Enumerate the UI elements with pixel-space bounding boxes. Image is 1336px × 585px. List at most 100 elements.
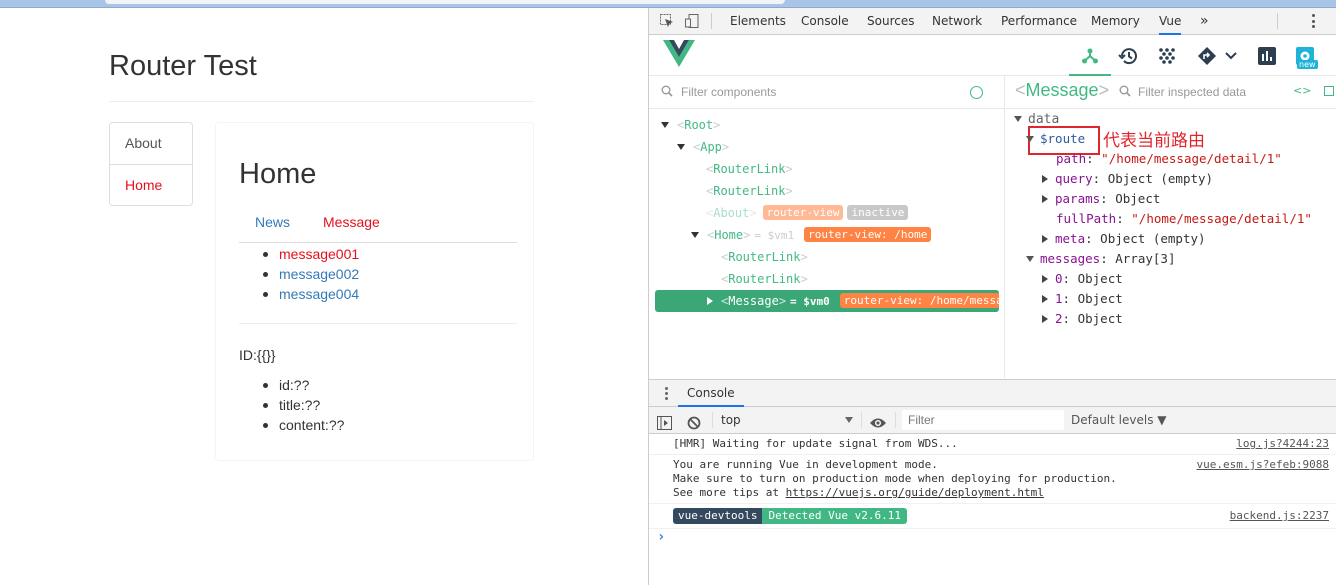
expand-icon[interactable] (1042, 275, 1048, 283)
route-query-row[interactable]: query: Object (empty) (1042, 169, 1213, 189)
devtools-menu-icon[interactable] (1311, 14, 1315, 28)
log-source-link[interactable]: log.js?4244:23 (1236, 437, 1329, 451)
components-icon[interactable] (1069, 43, 1111, 76)
expand-icon[interactable] (707, 297, 713, 305)
news-tab-link[interactable]: News (255, 214, 290, 230)
prop-value: Object (1077, 311, 1123, 326)
tree-node-routerlink[interactable]: <RouterLink> (706, 180, 793, 202)
console-prompt-icon: › (657, 529, 666, 545)
expand-icon[interactable] (1026, 256, 1034, 262)
expand-icon[interactable] (1042, 295, 1048, 303)
expand-icon[interactable] (1042, 235, 1048, 243)
dropdown-caret-icon (845, 417, 853, 423)
prop-value: "/home/message/detail/1" (1131, 211, 1312, 226)
tree-node-about[interactable]: <About> router-view inactive (706, 202, 909, 224)
nav-home-link[interactable]: Home (110, 164, 192, 205)
prop-key: meta (1055, 231, 1086, 246)
routing-dropdown-chevron-icon[interactable] (1218, 43, 1244, 69)
nav-about-link[interactable]: About (110, 123, 192, 164)
message-link[interactable]: message004 (279, 286, 359, 302)
route-params-row[interactable]: params: Object (1042, 189, 1160, 209)
tree-node-routerlink[interactable]: <RouterLink> (721, 268, 808, 290)
history-icon[interactable] (1115, 43, 1141, 69)
log-source-link[interactable]: backend.js:2237 (1230, 509, 1329, 523)
console-message: You are running Vue in development mode.… (649, 455, 1336, 504)
drawer-menu-icon[interactable] (665, 387, 668, 400)
devtools-tab-bar: Elements Console Sources Network Perform… (649, 8, 1336, 35)
tab-memory[interactable]: Memory (1091, 8, 1140, 35)
messages-item-row[interactable]: 1: Object (1042, 289, 1123, 309)
expand-icon[interactable] (691, 232, 699, 238)
device-toolbar-icon[interactable] (684, 13, 700, 29)
message-link[interactable]: message002 (279, 266, 359, 282)
tab-performance[interactable]: Performance (1001, 8, 1077, 35)
inspect-element-icon[interactable] (659, 13, 675, 29)
console-prompt-row[interactable]: › (649, 529, 1336, 549)
routing-icon[interactable] (1194, 43, 1220, 69)
tab-vue[interactable]: Vue (1159, 8, 1182, 35)
tab-console[interactable]: Console (801, 8, 849, 35)
select-component-target-icon[interactable] (970, 86, 983, 99)
vuex-icon[interactable] (1154, 43, 1180, 69)
inspected-component-name: <Message> (1015, 80, 1110, 100)
prop-value: Object (empty) (1107, 171, 1214, 186)
docs-link[interactable]: https://vuejs.org/guide/deployment.html (786, 486, 1044, 499)
drawer-tab-bar: Console (649, 380, 1336, 407)
route-meta-row[interactable]: meta: Object (empty) (1042, 229, 1206, 249)
expand-icon[interactable] (661, 122, 669, 128)
show-sidebar-icon[interactable] (657, 413, 672, 430)
node-name: Message (728, 294, 779, 308)
open-in-editor-icon[interactable] (1324, 86, 1334, 96)
tab-elements[interactable]: Elements (730, 8, 786, 35)
node-name: RouterLink (728, 272, 801, 286)
new-badge: new (1297, 60, 1318, 69)
expand-icon[interactable] (1042, 195, 1048, 203)
expand-icon[interactable] (1042, 315, 1048, 323)
drawer-tab-console[interactable]: Console (678, 380, 744, 407)
expand-icon[interactable] (1042, 175, 1048, 183)
vue-logo-icon (663, 40, 695, 72)
filter-components-input[interactable] (681, 82, 961, 102)
filter-inspected-data-input[interactable] (1138, 82, 1288, 102)
console-filter-input[interactable] (902, 410, 1064, 430)
home-heading: Home (239, 158, 317, 190)
more-tabs-button[interactable]: » (1200, 8, 1209, 35)
title-divider (109, 101, 534, 102)
log-text: See more tips at (673, 486, 786, 499)
performance-icon[interactable] (1254, 43, 1280, 69)
message-tab-link[interactable]: Message (323, 214, 380, 230)
messages-item-row[interactable]: 2: Object (1042, 309, 1123, 329)
log-levels-dropdown[interactable]: Default levels ▼ (1071, 407, 1167, 433)
messages-item-row[interactable]: 0: Object (1042, 269, 1123, 289)
expand-icon[interactable] (1026, 136, 1034, 142)
inspect-dom-code-icon[interactable]: <> (1293, 84, 1311, 97)
tree-node-app[interactable]: <App> (677, 136, 729, 158)
tree-node-routerlink[interactable]: <RouterLink> (721, 246, 808, 268)
tree-node-routerlink[interactable]: <RouterLink> (706, 158, 793, 180)
prop-key: query (1055, 171, 1093, 186)
context-select[interactable]: top (721, 407, 853, 433)
tree-node-root[interactable]: <Root> (661, 114, 720, 136)
components-filter-row (649, 76, 1004, 109)
component-name: Message (1025, 80, 1099, 100)
route-row[interactable]: $route (1026, 129, 1085, 149)
vue-toolbar: new (649, 35, 1336, 76)
browser-tab[interactable] (105, 0, 785, 4)
expand-icon[interactable] (677, 144, 685, 150)
tree-node-message-selected[interactable]: <Message>= $vm0router-view: /home/messag… (655, 290, 999, 312)
search-icon (661, 85, 673, 97)
tab-network[interactable]: Network (932, 8, 982, 35)
live-expression-eye-icon[interactable] (869, 413, 887, 428)
tree-node-home[interactable]: <Home> = $vm1 router-view: /home (691, 224, 932, 246)
clear-console-icon[interactable] (687, 413, 701, 430)
node-name: Root (684, 118, 714, 132)
tab-sources[interactable]: Sources (867, 8, 914, 35)
settings-icon[interactable]: new (1292, 43, 1318, 69)
detail-content-item: content:?? (262, 417, 345, 433)
log-source-link[interactable]: vue.esm.js?efeb:9088 (1197, 458, 1329, 472)
expand-icon[interactable] (1014, 116, 1022, 122)
message-link[interactable]: message001 (279, 246, 359, 262)
home-subnav: News Message (239, 211, 517, 243)
messages-row[interactable]: messages: Array[3] (1026, 249, 1176, 269)
message-list: message001 message002 message004 (262, 244, 359, 304)
